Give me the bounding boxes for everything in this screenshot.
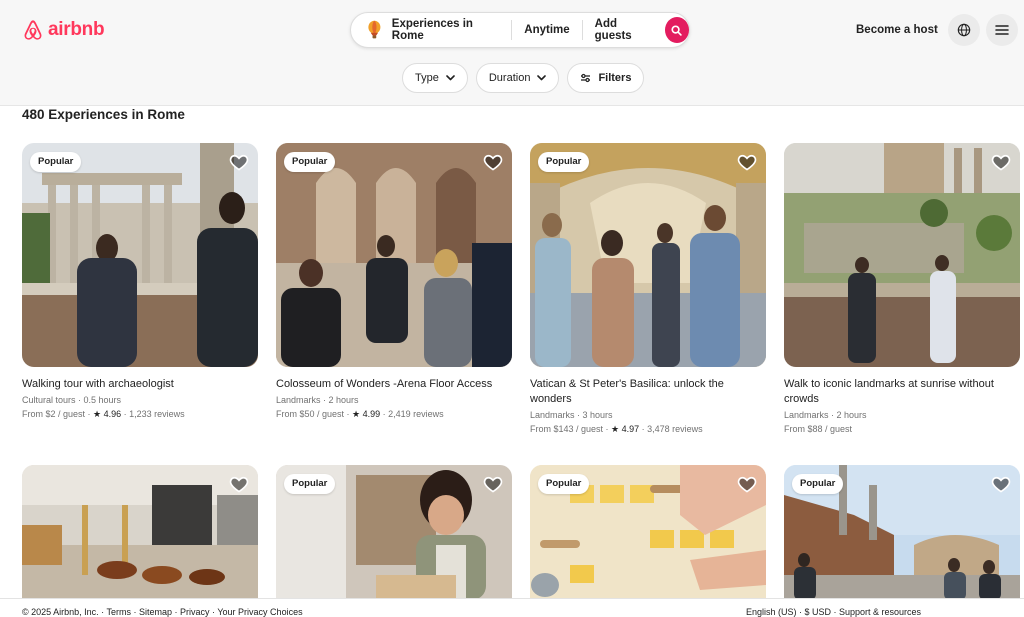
- chevron-down-icon: [446, 75, 455, 81]
- search-where-label: Experiences in Rome: [391, 18, 473, 42]
- page-footer: © 2025 Airbnb, Inc. · Terms · Sitemap · …: [0, 598, 1024, 617]
- heart-icon[interactable]: [229, 152, 249, 172]
- search-when-label: Anytime: [524, 24, 570, 36]
- duration-filter-button[interactable]: Duration: [475, 63, 560, 93]
- experience-card[interactable]: [22, 465, 258, 600]
- card-category: Landmarks · 3 hours: [530, 410, 613, 420]
- search-who[interactable]: Add guests: [581, 18, 663, 42]
- search-icon: [671, 24, 683, 36]
- popular-badge: Popular: [284, 474, 336, 494]
- footer-settings[interactable]: English (US) · $ USD · Support & resourc…: [746, 607, 921, 617]
- card-category: Cultural tours · 0.5 hours: [22, 395, 122, 405]
- card-category: Landmarks · 2 hours: [276, 395, 359, 405]
- card-price: From $50 / guest: [276, 409, 345, 419]
- experience-photo[interactable]: Popular: [530, 143, 766, 367]
- card-price-line: From $143 / guest · ★ 4.97 · 3,478 revie…: [530, 424, 703, 434]
- experience-card[interactable]: Popular Vatican & St Peter's Basilica: u…: [530, 143, 766, 436]
- search-button[interactable]: [664, 17, 689, 43]
- popular-badge: Popular: [538, 474, 590, 494]
- ruins-tour-image: [22, 143, 258, 367]
- top-header: airbnb Experiences in Rome Anytime Add g…: [0, 0, 1024, 106]
- search-when[interactable]: Anytime: [511, 20, 581, 40]
- experience-card[interactable]: Popular: [784, 465, 1020, 600]
- popular-badge: Popular: [792, 474, 844, 494]
- filters-label: Filters: [598, 72, 632, 84]
- card-reviews: 3,478 reviews: [647, 424, 703, 434]
- search-where[interactable]: Experiences in Rome: [351, 13, 511, 47]
- type-filter-label: Type: [415, 72, 439, 84]
- gelato-class-image: [22, 465, 258, 600]
- card-price-line: From $2 / guest · ★ 4.96 · 1,233 reviews: [22, 409, 185, 419]
- popular-badge: Popular: [538, 152, 590, 172]
- card-title: Vatican & St Peter's Basilica: unlock th…: [530, 378, 724, 405]
- type-filter-button[interactable]: Type: [402, 63, 468, 93]
- card-price: From $143 / guest: [530, 424, 604, 434]
- footer-links[interactable]: © 2025 Airbnb, Inc. · Terms · Sitemap · …: [22, 607, 303, 617]
- experience-photo[interactable]: Popular: [22, 143, 258, 367]
- card-price-line: From $88 / guest: [784, 422, 1020, 436]
- main-menu-button[interactable]: [986, 14, 1018, 46]
- experience-photo[interactable]: Popular: [276, 465, 512, 600]
- vatican-tour-image: [530, 143, 766, 367]
- globe-icon: [957, 23, 971, 37]
- airbnb-logo[interactable]: airbnb: [22, 17, 105, 43]
- card-rating: ★ 4.96: [93, 409, 122, 419]
- results-heading: 480 Experiences in Rome: [22, 107, 185, 122]
- heart-icon[interactable]: [483, 474, 503, 494]
- experience-card[interactable]: Popular Colosseum of Wonders -Arena Floo…: [276, 143, 512, 421]
- heart-icon[interactable]: [737, 474, 757, 494]
- experience-card[interactable]: Popular: [276, 465, 512, 600]
- airbnb-logo-icon: [24, 20, 42, 40]
- card-reviews: 2,419 reviews: [388, 409, 444, 419]
- card-reviews: 1,233 reviews: [129, 409, 185, 419]
- card-rating: ★ 4.99: [352, 409, 381, 419]
- heart-icon[interactable]: [991, 152, 1011, 172]
- experience-photo[interactable]: Popular: [784, 465, 1020, 600]
- card-price: From $88 / guest: [784, 424, 853, 434]
- experience-photo[interactable]: [22, 465, 258, 600]
- popular-badge: Popular: [30, 152, 82, 172]
- heart-icon[interactable]: [483, 152, 503, 172]
- experience-photo[interactable]: Popular: [276, 143, 512, 367]
- hot-air-balloon-icon: [368, 20, 381, 39]
- popular-badge: Popular: [284, 152, 336, 172]
- experience-photo[interactable]: Popular: [530, 465, 766, 600]
- card-price: From $2 / guest: [22, 409, 86, 419]
- heart-icon[interactable]: [229, 474, 249, 494]
- card-title: Walk to iconic landmarks at sunrise with…: [784, 378, 994, 405]
- filters-button[interactable]: Filters: [567, 63, 645, 93]
- card-rating: ★ 4.97: [611, 424, 640, 434]
- experience-card[interactable]: Walk to iconic landmarks at sunrise with…: [784, 143, 1020, 436]
- brand-name: airbnb: [48, 19, 105, 40]
- experience-photo[interactable]: [784, 143, 1020, 367]
- colosseum-tour-image: [276, 143, 512, 367]
- sunrise-walk-image: [784, 143, 1020, 367]
- language-button[interactable]: [948, 14, 980, 46]
- card-price-line: From $50 / guest · ★ 4.99 · 2,419 review…: [276, 409, 444, 419]
- card-category: Landmarks · 2 hours: [784, 410, 867, 420]
- search-who-label: Add guests: [594, 18, 632, 42]
- filter-bar: Type Duration Filters: [402, 63, 645, 93]
- duration-filter-label: Duration: [488, 72, 531, 84]
- heart-icon[interactable]: [991, 474, 1011, 494]
- experience-card[interactable]: Popular: [530, 465, 766, 600]
- sliders-icon: [581, 73, 591, 83]
- card-title: Colosseum of Wonders -Arena Floor Access: [276, 378, 493, 390]
- heart-icon[interactable]: [737, 152, 757, 172]
- menu-icon: [995, 25, 1009, 35]
- experience-card[interactable]: Popular Walking tour with archaeologist …: [22, 143, 258, 421]
- become-host-link[interactable]: Become a host: [846, 18, 948, 42]
- card-title: Walking tour with archaeologist: [22, 378, 174, 390]
- search-bar[interactable]: Experiences in Rome Anytime Add guests: [350, 12, 690, 48]
- chevron-down-icon: [537, 75, 547, 81]
